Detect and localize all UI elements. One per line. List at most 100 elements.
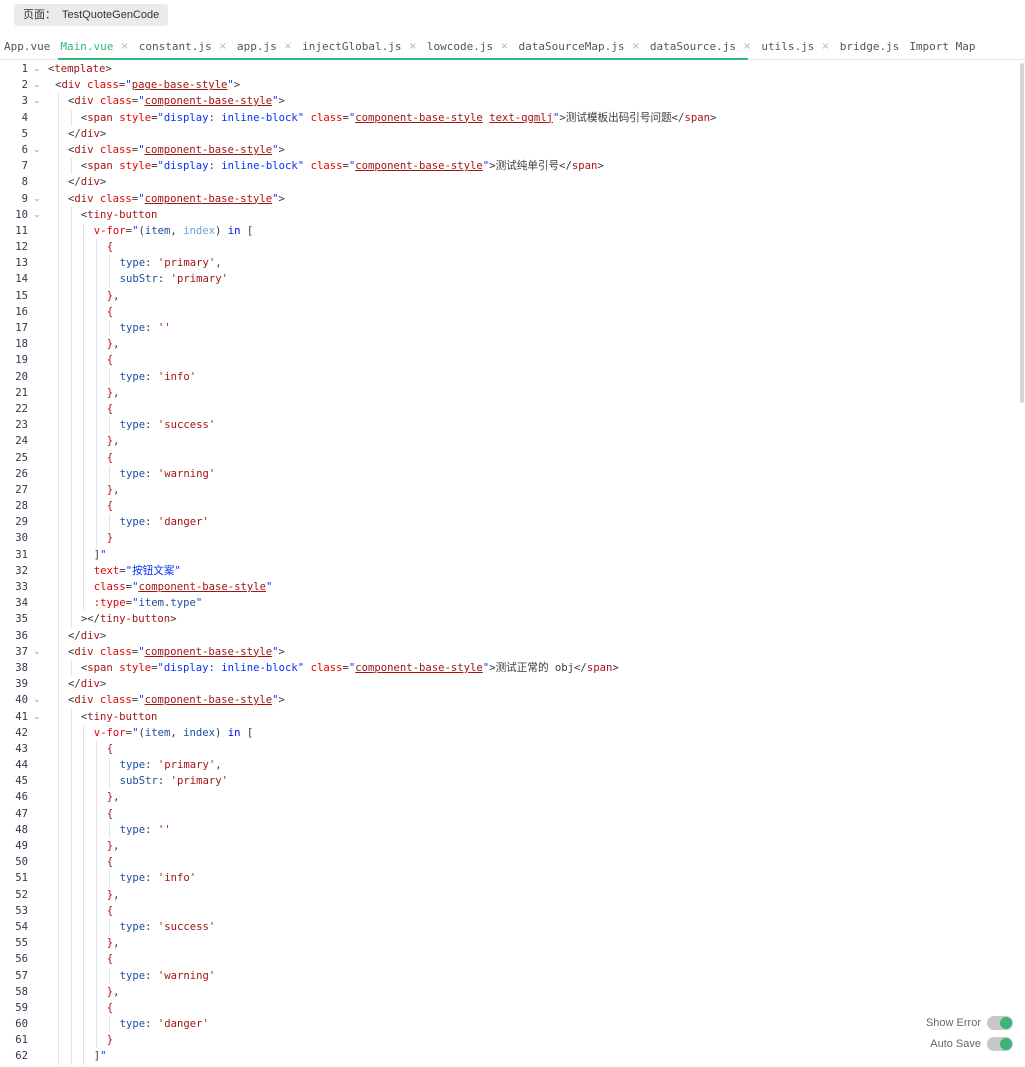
code-line[interactable]: 15}, <box>0 287 1025 304</box>
code-line[interactable]: 21}, <box>0 384 1025 401</box>
code-line[interactable]: 12 { <box>0 239 1025 256</box>
line-number: 36 <box>15 629 28 642</box>
code-line[interactable]: 49}, <box>0 838 1025 855</box>
code-line[interactable]: 62]" <box>0 1048 1025 1065</box>
code-line[interactable]: 58}, <box>0 983 1025 1000</box>
code-line[interactable]: 5 </div> <box>0 125 1025 142</box>
code-line[interactable]: 13 type: 'primary', <box>0 255 1025 272</box>
code-line[interactable]: 52}, <box>0 886 1025 903</box>
code-line[interactable]: 36 </div> <box>0 627 1025 644</box>
file-tab[interactable]: Main.vue × <box>56 33 134 59</box>
chevron-down-icon[interactable]: ⌄ <box>33 93 41 109</box>
code-line[interactable]: 29 type: 'danger' <box>0 514 1025 531</box>
file-tab[interactable]: utils.js × <box>757 33 835 59</box>
code-line[interactable]: 50 { <box>0 854 1025 871</box>
code-line[interactable]: 34:type="item.type" <box>0 595 1025 612</box>
file-tab[interactable]: Import Map <box>905 33 981 59</box>
file-tab[interactable]: injectGlobal.js × <box>298 33 423 59</box>
code-line[interactable]: 44 type: 'primary', <box>0 757 1025 774</box>
chevron-down-icon[interactable]: ⌄ <box>33 142 41 158</box>
code-line[interactable]: 46}, <box>0 789 1025 806</box>
code-line[interactable]: 60 type: 'danger' <box>0 1016 1025 1033</box>
chevron-down-icon[interactable]: ⌄ <box>33 709 41 725</box>
indent-guide <box>109 918 111 936</box>
code-line[interactable]: 54 type: 'success' <box>0 918 1025 936</box>
close-icon[interactable]: × <box>120 41 128 52</box>
close-icon[interactable]: × <box>408 41 416 52</box>
code-line[interactable]: 51 type: 'info' <box>0 870 1025 887</box>
code-line[interactable]: 39 </div> <box>0 676 1025 693</box>
code-line[interactable]: 31]" <box>0 546 1025 563</box>
code-line[interactable]: 26 type: 'warning' <box>0 465 1025 482</box>
code-line[interactable]: 6 ⌄ <div class="component-base-style"> <box>0 141 1025 159</box>
code-line[interactable]: 47 { <box>0 805 1025 822</box>
close-icon[interactable]: × <box>821 41 829 52</box>
code-line[interactable]: 30} <box>0 530 1025 547</box>
code-line[interactable]: 53 { <box>0 902 1025 919</box>
code-line[interactable]: 23 type: 'success' <box>0 417 1025 434</box>
chevron-down-icon[interactable]: ⌄ <box>33 191 41 207</box>
code-line[interactable]: 17 type: '' <box>0 320 1025 337</box>
code-line[interactable]: 20 type: 'info' <box>0 368 1025 385</box>
code-line[interactable]: 43 { <box>0 740 1025 758</box>
show-error-toggle[interactable] <box>987 1015 1013 1030</box>
code-line[interactable]: 19 { <box>0 352 1025 369</box>
code-line[interactable]: 8 </div> <box>0 174 1025 191</box>
code-line[interactable]: 48 type: '' <box>0 821 1025 838</box>
code-line[interactable]: 4 <span style="display: inline-block" cla… <box>0 109 1025 126</box>
code-line[interactable]: 22 { <box>0 400 1025 418</box>
code-line[interactable]: 18}, <box>0 336 1025 353</box>
code-line[interactable]: 56 { <box>0 951 1025 968</box>
code-line[interactable]: 9 ⌄ <div class="component-base-style"> <box>0 190 1025 207</box>
code-line[interactable]: 2 ⌄ <div class="page-base-style"> <box>0 77 1025 93</box>
editor-scrollbar[interactable] <box>1018 61 1025 1067</box>
auto-save-toggle[interactable] <box>987 1036 1013 1051</box>
code-line[interactable]: 10 ⌄ <tiny-button <box>0 206 1025 223</box>
code-token: > <box>99 629 107 642</box>
page-selector[interactable]: 页面： TestQuoteGenCode <box>14 4 169 26</box>
file-tab[interactable]: dataSourceMap.js × <box>514 33 645 59</box>
code-line[interactable]: 16 { <box>0 303 1025 320</box>
code-line[interactable]: 33 class="component-base-style" <box>0 579 1025 596</box>
close-icon[interactable]: × <box>284 41 292 52</box>
code-line[interactable]: 45 subStr: 'primary' <box>0 773 1025 790</box>
code-line[interactable]: 37 ⌄ <div class="component-base-style"> <box>0 643 1025 660</box>
chevron-down-icon[interactable]: ⌄ <box>33 77 41 93</box>
chevron-down-icon[interactable]: ⌄ <box>33 207 41 223</box>
chevron-down-icon[interactable]: ⌄ <box>33 61 41 77</box>
file-tab[interactable]: lowcode.js × <box>423 33 515 59</box>
file-tab[interactable]: dataSource.js × <box>646 33 757 59</box>
code-line[interactable]: 40 ⌄ <div class="component-base-style"> <box>0 692 1025 709</box>
code-line[interactable]: 38 <span style="display: inline-block" cl… <box>0 659 1025 677</box>
code-editor[interactable]: 1 ⌄ <template> 2 ⌄ <div class="page-base-styl… <box>0 61 1025 1067</box>
code-line[interactable]: 61} <box>0 1032 1025 1049</box>
close-icon[interactable]: × <box>219 41 227 52</box>
code-line[interactable]: 42 v-for="(item, index) in [ <box>0 724 1025 741</box>
indent-guide <box>83 287 85 304</box>
close-icon[interactable]: × <box>743 41 751 52</box>
file-tab[interactable]: bridge.js <box>836 33 906 59</box>
code-line[interactable]: 25 { <box>0 449 1025 466</box>
code-line[interactable]: 32 text="按钮文案" <box>0 562 1025 579</box>
file-tab[interactable]: App.vue <box>0 33 56 59</box>
code-line[interactable]: 35 ></tiny-button> <box>0 611 1025 628</box>
code-line[interactable]: 41 ⌄ <tiny-button <box>0 708 1025 725</box>
code-line[interactable]: 7 <span style="display: inline-block" cla… <box>0 158 1025 175</box>
file-tab[interactable]: constant.js × <box>135 33 233 59</box>
code-line[interactable]: 28 { <box>0 498 1025 515</box>
code-line[interactable]: 55}, <box>0 935 1025 952</box>
close-icon[interactable]: × <box>631 41 639 52</box>
chevron-down-icon[interactable]: ⌄ <box>33 644 41 660</box>
file-tab[interactable]: app.js × <box>233 33 298 59</box>
code-line[interactable]: 3 ⌄ <div class="component-base-style"> <box>0 93 1025 110</box>
code-line[interactable]: 57 type: 'warning' <box>0 967 1025 984</box>
code-line[interactable]: 27}, <box>0 481 1025 499</box>
code-line[interactable]: 24}, <box>0 433 1025 450</box>
chevron-down-icon[interactable]: ⌄ <box>33 692 41 708</box>
code-line[interactable]: 59 { <box>0 999 1025 1017</box>
code-line[interactable]: 1 ⌄ <template> <box>0 61 1025 77</box>
code-line[interactable]: 11 v-for="(item, index) in [ <box>0 222 1025 240</box>
close-icon[interactable]: × <box>500 41 508 52</box>
code-line[interactable]: 14 subStr: 'primary' <box>0 271 1025 288</box>
scrollbar-thumb[interactable] <box>1020 63 1024 403</box>
